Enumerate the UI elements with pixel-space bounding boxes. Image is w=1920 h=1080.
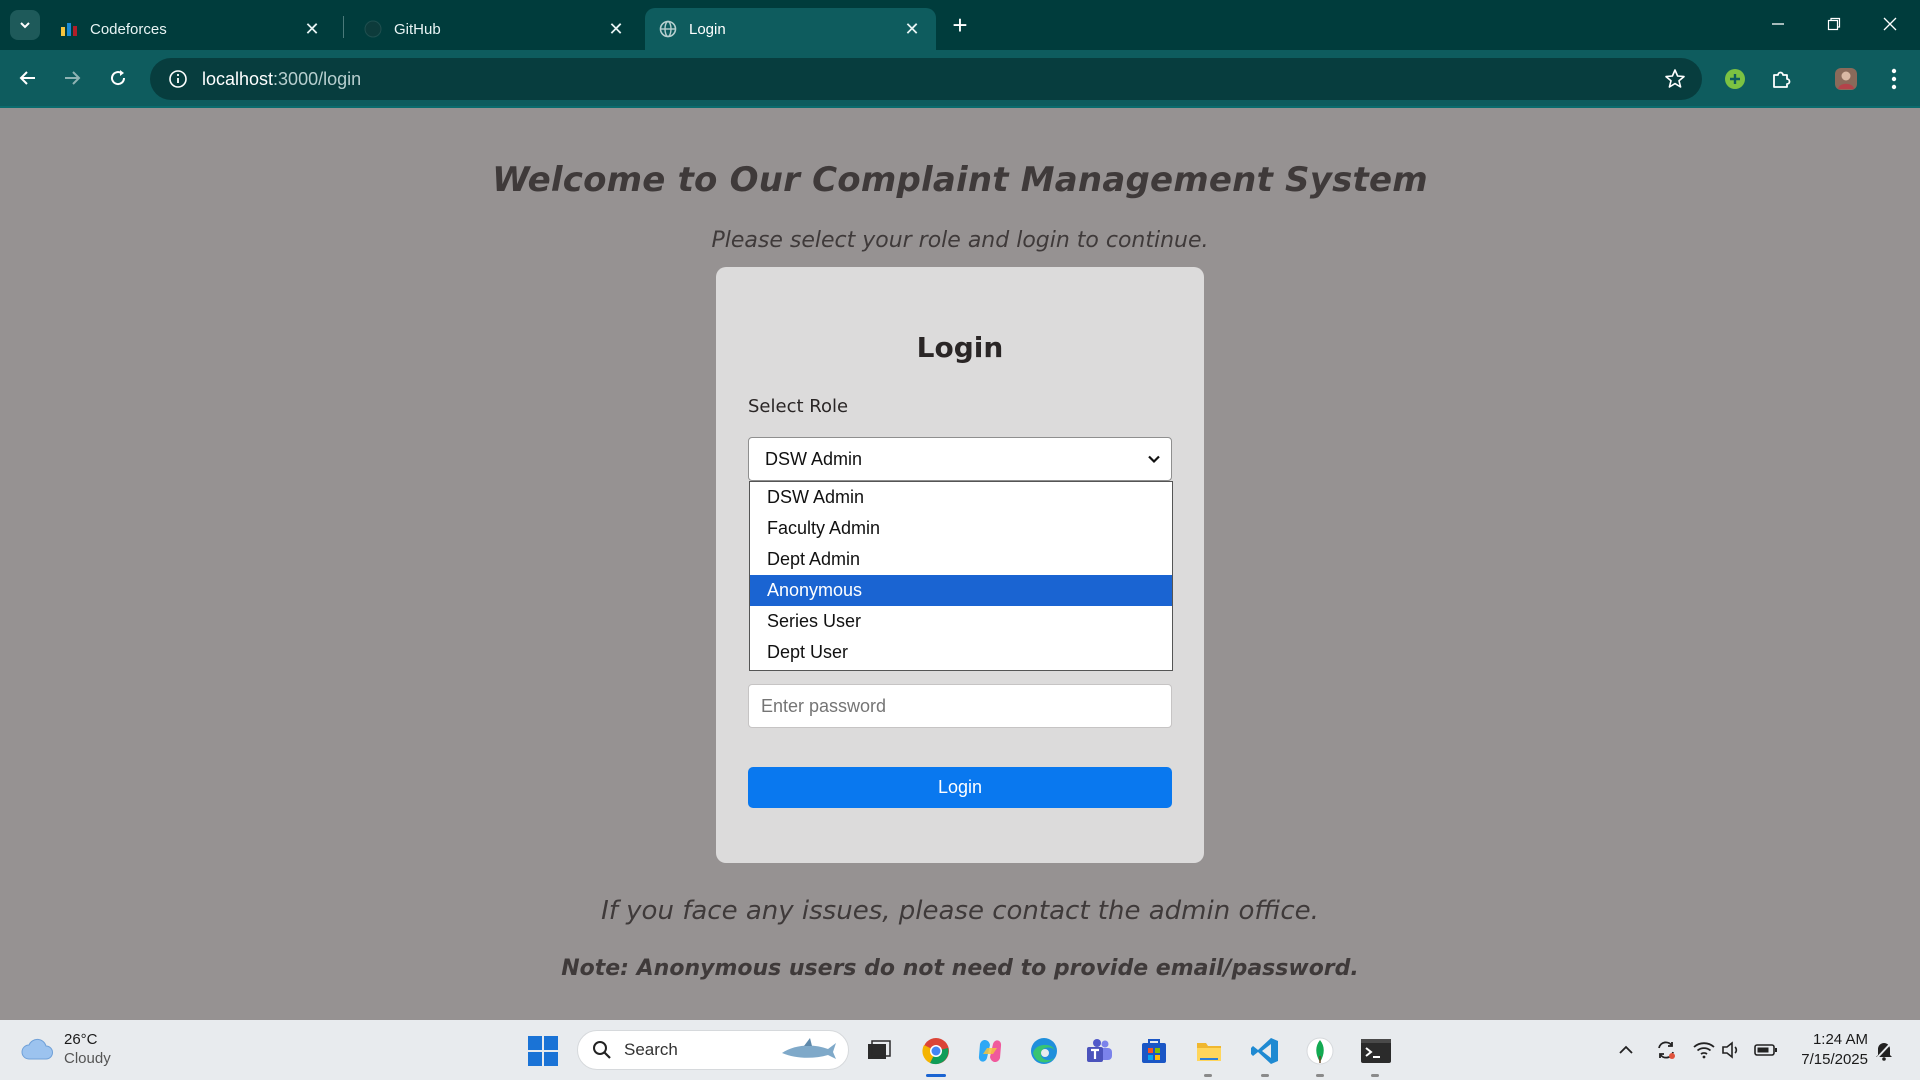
anonymous-note: Note: Anonymous users do not need to pro… [561,956,1359,981]
password-input[interactable] [748,684,1172,728]
close-icon [1883,17,1897,31]
welcome-heading: Welcome to Our Complaint Management Syst… [492,160,1428,200]
battery-icon[interactable] [1754,1038,1778,1062]
url-path: :3000/login [273,68,362,89]
globe-icon [659,20,677,38]
restore-icon [1827,17,1841,31]
close-window-button[interactable] [1870,8,1910,40]
login-card: Login Select Role DSW Admin DSW Admin Fa… [716,267,1204,863]
page-content: Welcome to Our Complaint Management Syst… [0,108,1920,1020]
menu-kebab-icon[interactable] [1878,63,1910,95]
cloud-icon [21,1038,53,1060]
running-app-indicator [1204,1074,1212,1077]
volume-icon[interactable] [1720,1038,1744,1062]
taskbar: 26°C Cloudy Search 1:24 AM 7/15/2025 [0,1020,1920,1080]
teams-icon[interactable] [1082,1034,1116,1068]
role-option-series-user[interactable]: Series User [750,606,1172,637]
sync-icon[interactable] [1654,1038,1678,1062]
role-dropdown-list: DSW Admin Faculty Admin Dept Admin Anony… [749,481,1173,671]
reload-icon [111,70,126,86]
edge-icon[interactable] [1027,1034,1061,1068]
microsoft-store-icon[interactable] [1137,1034,1171,1068]
site-info-icon[interactable] [158,58,198,100]
running-app-indicator [1261,1074,1269,1077]
role-select[interactable]: DSW Admin [748,437,1172,481]
task-view-icon[interactable] [862,1034,896,1068]
clock-date: 7/15/2025 [1801,1051,1868,1068]
copilot-icon[interactable] [973,1034,1007,1068]
file-explorer-icon[interactable] [1192,1034,1226,1068]
url-host: localhost [202,68,274,89]
extensions-puzzle-icon[interactable] [1765,63,1797,95]
show-hidden-icons-chevron-icon[interactable] [1614,1038,1638,1062]
tab-bar: Codeforces ✕ GitHub ✕ Login ✕ + [0,0,1920,50]
windows-start-icon[interactable] [526,1034,560,1068]
arrow-right-icon [65,71,81,85]
close-tab-icon[interactable]: ✕ [902,19,922,39]
tab-separator [343,16,344,38]
tab-login[interactable]: Login ✕ [645,8,936,50]
extension-green-icon[interactable] [1719,63,1751,95]
weather-temp: 26°C [64,1031,98,1048]
url-text: localhost:3000/login [202,69,361,90]
minimize-icon [1772,23,1784,25]
address-bar[interactable]: localhost:3000/login [150,58,1702,100]
tab-title: Login [689,20,726,38]
chevron-down-icon [1148,455,1160,464]
reload-button[interactable] [102,62,134,94]
login-button[interactable]: Login [748,767,1172,808]
role-option-dsw-admin[interactable]: DSW Admin [750,482,1172,513]
active-app-indicator [926,1074,946,1077]
codeforces-icon [60,20,78,38]
back-button[interactable] [12,62,44,94]
system-clock[interactable]: 1:24 AM 7/15/2025 [1780,1030,1868,1070]
mongodb-compass-icon[interactable] [1303,1034,1337,1068]
running-app-indicator [1316,1074,1324,1077]
shark-decoration-icon [782,1038,836,1059]
chevron-down-icon [20,22,30,29]
subtitle: Please select your role and login to con… [711,228,1209,253]
role-option-dept-admin[interactable]: Dept Admin [750,544,1172,575]
notification-bell-icon[interactable] [1872,1038,1896,1062]
forward-button[interactable] [56,62,88,94]
profile-avatar[interactable] [1830,63,1862,95]
login-title: Login [916,331,1004,364]
bookmark-star-icon[interactable] [1664,68,1686,90]
minimize-button[interactable] [1758,8,1798,40]
tab-search-button[interactable] [10,10,40,40]
contact-admin-text: If you face any issues, please contact t… [601,896,1319,926]
tab-codeforces[interactable]: Codeforces ✕ [46,8,336,50]
arrow-left-icon [19,71,35,85]
wifi-icon[interactable] [1692,1038,1716,1062]
chrome-icon[interactable] [919,1034,953,1068]
search-icon [593,1041,611,1059]
tab-title: GitHub [394,20,441,38]
restore-button[interactable] [1814,8,1854,40]
github-icon [364,20,382,38]
close-tab-icon[interactable]: ✕ [606,19,626,39]
tab-github[interactable]: GitHub ✕ [350,8,640,50]
role-label: Select Role [748,396,849,417]
weather-condition: Cloudy [64,1050,111,1067]
taskbar-search[interactable]: Search [577,1030,849,1070]
vscode-icon[interactable] [1248,1034,1282,1068]
running-app-indicator [1371,1074,1379,1077]
role-option-faculty-admin[interactable]: Faculty Admin [750,513,1172,544]
terminal-icon[interactable] [1359,1034,1393,1068]
search-label: Search [624,1040,678,1059]
role-select-value: DSW Admin [765,448,863,469]
browser-toolbar: localhost:3000/login [0,50,1920,108]
clock-time: 1:24 AM [1812,1031,1868,1048]
new-tab-button[interactable]: + [946,12,974,40]
close-tab-icon[interactable]: ✕ [302,19,322,39]
weather-widget[interactable]: 26°C Cloudy [20,1030,111,1068]
role-option-anonymous[interactable]: Anonymous [750,575,1172,606]
role-option-dept-user[interactable]: Dept User [750,637,1172,668]
tab-title: Codeforces [90,20,167,38]
